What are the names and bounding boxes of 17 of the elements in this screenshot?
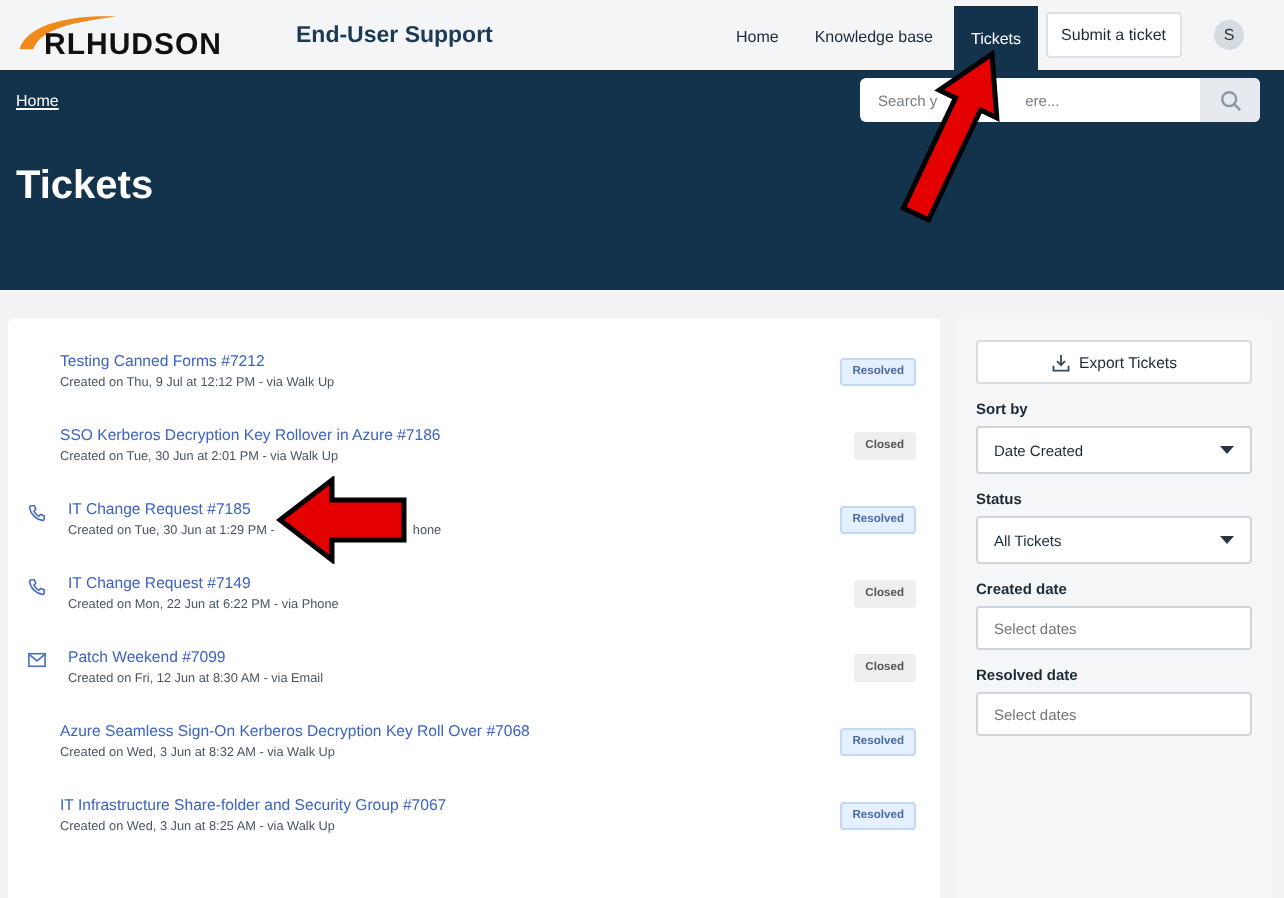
- search-icon[interactable]: [1219, 89, 1241, 111]
- logo: RLHUDSON: [16, 5, 252, 65]
- avatar[interactable]: S: [1214, 20, 1244, 50]
- caret-icon: [1220, 446, 1234, 454]
- download-icon: [1051, 353, 1070, 371]
- breadcrumb-link[interactable]: Home: [16, 91, 59, 109]
- nav-link[interactable]: Home: [721, 2, 793, 72]
- page-title: Tickets: [16, 164, 156, 210]
- annotation-arrow: [276, 475, 409, 563]
- caret-icon: [1220, 536, 1234, 544]
- submit-ticket-button[interactable]: Submit a ticket: [1045, 12, 1182, 58]
- envelope-icon: [28, 652, 46, 668]
- nav-link[interactable]: Tickets: [954, 6, 1038, 72]
- site-title: End-User Support: [296, 23, 493, 47]
- nav-link[interactable]: Knowledge base: [800, 2, 947, 72]
- phone-icon: [28, 504, 46, 522]
- phone-icon: [28, 578, 46, 596]
